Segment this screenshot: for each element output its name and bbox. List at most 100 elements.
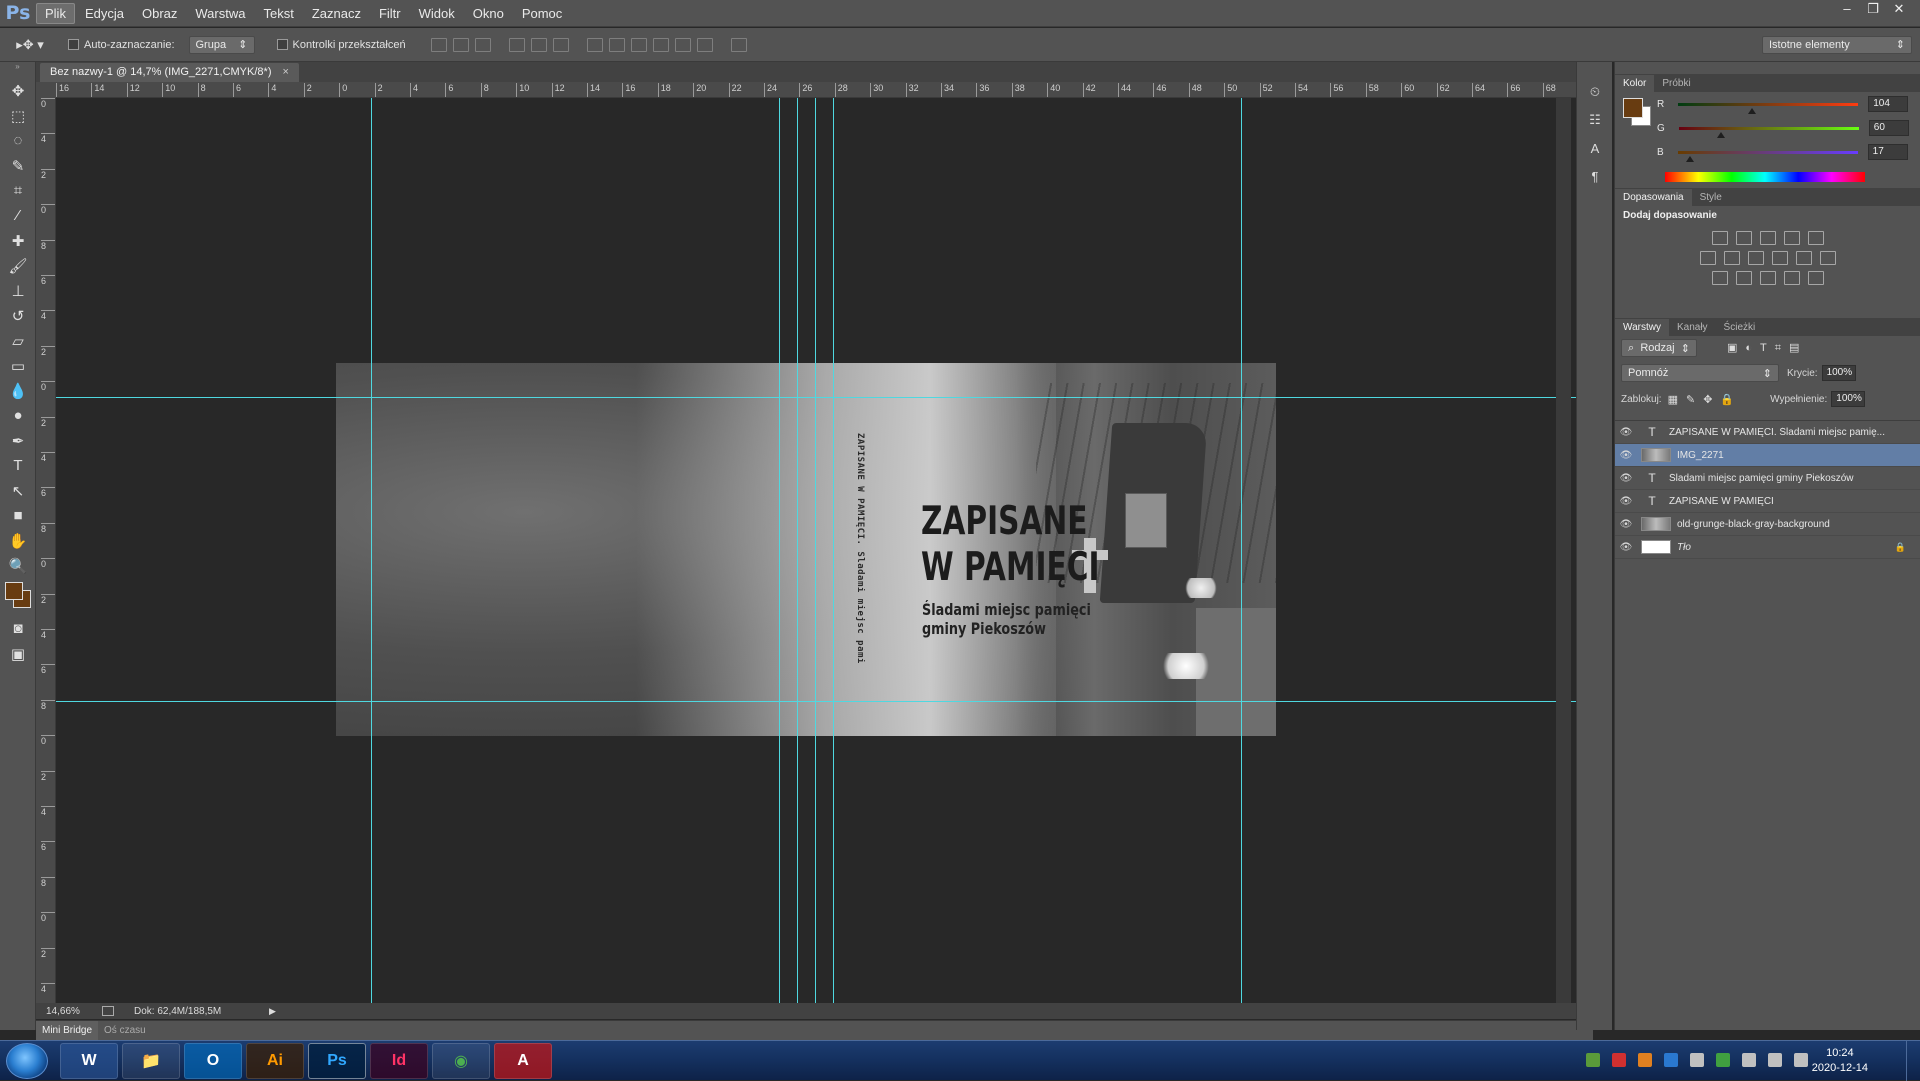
slider-track-g[interactable] <box>1678 126 1859 138</box>
tray-sync-icon[interactable] <box>1716 1053 1730 1067</box>
auto-select-dropdown[interactable]: Grupa ⇕ <box>188 35 255 54</box>
guide-vertical[interactable] <box>371 98 372 1003</box>
transform-controls-checkbox[interactable] <box>276 39 288 50</box>
history-panel-icon[interactable]: ⏲ <box>1577 78 1613 106</box>
layer-name[interactable]: ZAPISANE W PAMIĘCI <box>1669 496 1920 507</box>
layer-row[interactable]: 👁 Tło 🔒 <box>1615 536 1920 559</box>
menu-filtr[interactable]: Filtr <box>371 4 409 23</box>
guide-vertical[interactable] <box>797 98 798 1003</box>
tab-dopasowania[interactable]: Dopasowania <box>1615 189 1692 206</box>
healing-brush-tool-icon[interactable]: ✚ <box>0 228 36 253</box>
gradient-tool-icon[interactable]: ▭ <box>0 353 36 378</box>
tab-kolor[interactable]: Kolor <box>1615 75 1655 92</box>
channel-mixer-icon[interactable] <box>1795 251 1812 265</box>
layer-row[interactable]: 👁 old-grunge-black-gray-background <box>1615 513 1920 536</box>
distribute-hcenter-icon[interactable] <box>674 37 691 52</box>
acrobat-app-icon[interactable]: A <box>494 1043 552 1079</box>
explorer-app-icon[interactable]: 📁 <box>122 1043 180 1079</box>
blur-tool-icon[interactable]: 💧 <box>0 378 36 403</box>
selective-color-icon[interactable] <box>1783 271 1800 285</box>
tab-style[interactable]: Style <box>1692 189 1730 206</box>
menu-pomoc[interactable]: Pomoc <box>514 4 570 23</box>
tray-acrobat-icon[interactable] <box>1612 1053 1626 1067</box>
exposure-icon[interactable] <box>1783 231 1800 245</box>
move-tool-preset-icon[interactable]: ▸✥ ▾ <box>0 37 60 53</box>
illustrator-app-icon[interactable]: Ai <box>246 1043 304 1079</box>
align-right-icon[interactable] <box>552 37 569 52</box>
start-button[interactable] <box>6 1043 48 1079</box>
layer-row[interactable]: 👁 T Śladami miejsc pamięci gminy Piekoszów <box>1615 467 1920 490</box>
invert-icon[interactable] <box>1711 271 1728 285</box>
menu-zaznacz[interactable]: Zaznacz <box>304 4 369 23</box>
layer-filter-dropdown[interactable]: ⌕ Rodzaj ⇕ <box>1621 339 1697 357</box>
screen-mode-icon[interactable]: ▣ <box>0 641 36 666</box>
tray-flag-icon[interactable] <box>1742 1053 1756 1067</box>
distribute-left-icon[interactable] <box>652 37 669 52</box>
slider-track-r[interactable] <box>1678 102 1859 114</box>
vertical-ruler[interactable]: 0 4 2 0 8 6 4 2 0 2 4 6 8 0 2 4 6 8 0 2 4 6 8 0 2 4 <box>36 98 56 1003</box>
document-tab[interactable]: Bez nazwy-1 @ 14,7% (IMG_2271,CMYK/8*) × <box>40 63 299 82</box>
brush-tool-icon[interactable]: 🖌 <box>0 253 36 278</box>
curves-icon[interactable] <box>1759 231 1776 245</box>
slider-value-b[interactable]: 17 <box>1867 144 1908 160</box>
lock-icons[interactable]: ▦✎✥🔒 <box>1668 393 1743 406</box>
tray-app-icon[interactable] <box>1638 1053 1652 1067</box>
layer-name[interactable]: old-grunge-black-gray-background <box>1677 519 1920 530</box>
layer-name[interactable]: ZAPISANE W PAMIĘCI. Śladami miejsc pamię… <box>1669 427 1920 438</box>
vibrance-icon[interactable] <box>1807 231 1824 245</box>
visibility-eye-icon[interactable]: 👁 <box>1615 519 1637 530</box>
minimize-button[interactable]: – <box>1834 0 1860 18</box>
opacity-input[interactable]: 100% <box>1821 365 1856 381</box>
align-hcenter-icon[interactable] <box>530 37 547 52</box>
align-vcenter-icon[interactable] <box>452 37 469 52</box>
tray-network-icon[interactable] <box>1586 1053 1600 1067</box>
color-panel-foreground[interactable] <box>1623 98 1643 118</box>
word-app-icon[interactable]: W <box>60 1043 118 1079</box>
paragraph-panel-icon[interactable]: ¶ <box>1577 162 1613 190</box>
layer-name[interactable]: Tło <box>1677 542 1895 553</box>
hand-tool-icon[interactable]: ✋ <box>0 528 36 553</box>
color-balance-icon[interactable] <box>1723 251 1740 265</box>
quick-select-tool-icon[interactable]: ✎ <box>0 153 36 178</box>
eraser-tool-icon[interactable]: ▱ <box>0 328 36 353</box>
slider-g[interactable]: G 60 <box>1649 116 1909 140</box>
slider-thumb-r[interactable] <box>1747 107 1756 114</box>
distribute-top-icon[interactable] <box>586 37 603 52</box>
menu-okno[interactable]: Okno <box>465 4 512 23</box>
visibility-eye-icon[interactable]: 👁 <box>1615 450 1637 461</box>
horizontal-ruler[interactable]: 16 14 12 10 8 6 4 2 0 2 4 6 8 10 12 14 16 18 20 22 24 26 28 30 3… <box>56 82 1593 98</box>
align-top-icon[interactable] <box>430 37 447 52</box>
properties-panel-icon[interactable]: ☷ <box>1577 106 1613 134</box>
menu-obraz[interactable]: Obraz <box>134 4 185 23</box>
zoom-tool-icon[interactable]: 🔍 <box>0 553 36 578</box>
blend-mode-dropdown[interactable]: Pomnóż ⇕ <box>1621 364 1779 382</box>
align-bottom-icon[interactable] <box>474 37 491 52</box>
indesign-app-icon[interactable]: Id <box>370 1043 428 1079</box>
menu-widok[interactable]: Widok <box>411 4 463 23</box>
history-brush-tool-icon[interactable]: ↺ <box>0 303 36 328</box>
type-tool-icon[interactable]: T <box>0 453 36 478</box>
tab-sciezki[interactable]: Ścieżki <box>1716 319 1764 336</box>
zoom-level[interactable]: 14,66% <box>46 1006 96 1017</box>
tab-probki[interactable]: Próbki <box>1654 75 1698 92</box>
clone-stamp-tool-icon[interactable]: ⊥ <box>0 278 36 303</box>
slider-thumb-b[interactable] <box>1685 155 1694 162</box>
crop-tool-icon[interactable]: ⌗ <box>0 178 36 203</box>
distribute-vcenter-icon[interactable] <box>608 37 625 52</box>
layer-filter-icons[interactable]: ▣◐T⌗▤ <box>1727 341 1807 355</box>
photo-filter-icon[interactable] <box>1771 251 1788 265</box>
show-desktop-button[interactable] <box>1906 1041 1920 1081</box>
layer-row[interactable]: 👁 IMG_2271 <box>1615 444 1920 467</box>
tab-timeline[interactable]: Oś czasu <box>98 1025 152 1036</box>
layer-row[interactable]: 👁 T ZAPISANE W PAMIĘCI. Śladami miejsc pam… <box>1615 421 1920 444</box>
slider-track-b[interactable] <box>1677 150 1858 162</box>
tray-outlook-icon[interactable] <box>1664 1053 1678 1067</box>
menu-edycja[interactable]: Edycja <box>77 4 132 23</box>
color-spectrum[interactable] <box>1665 172 1865 182</box>
path-select-tool-icon[interactable]: ↖ <box>0 478 36 503</box>
guide-vertical[interactable] <box>815 98 816 1003</box>
outlook-app-icon[interactable]: O <box>184 1043 242 1079</box>
guide-horizontal[interactable] <box>56 397 1593 398</box>
close-tab-icon[interactable]: × <box>283 66 289 78</box>
vertical-scrollbar[interactable] <box>1556 98 1571 1003</box>
